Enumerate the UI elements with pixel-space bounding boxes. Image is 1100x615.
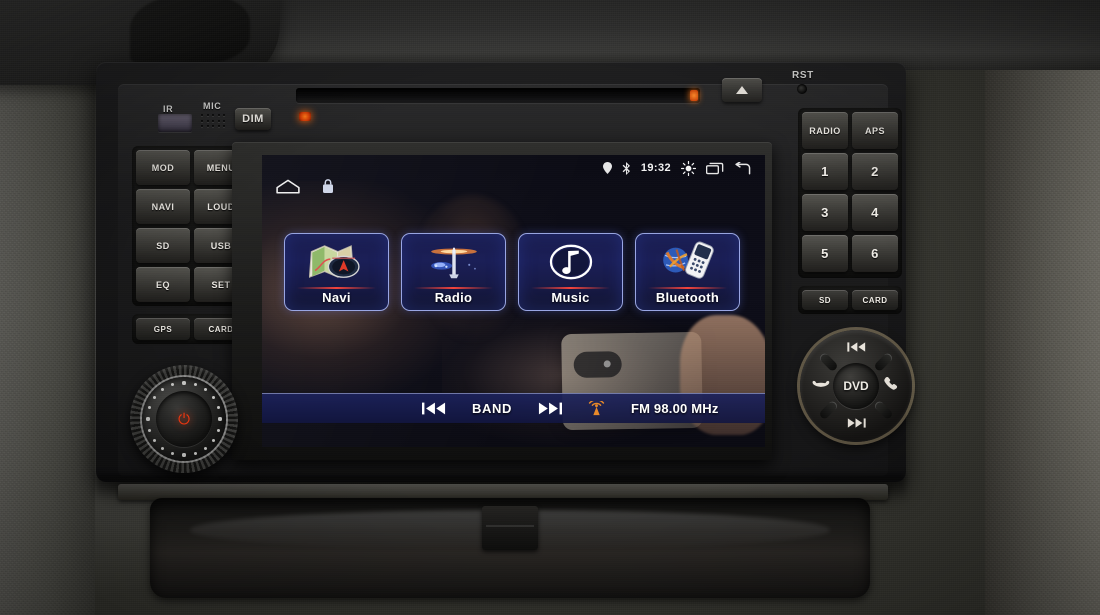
app-tile-label: Navi xyxy=(322,290,351,305)
preset-5-button[interactable]: 5 xyxy=(802,235,848,272)
media-control-bar: BAND FM 98.00 MHz xyxy=(262,393,765,423)
music-note-icon xyxy=(519,241,622,283)
preset-3-button[interactable]: 3 xyxy=(802,194,848,231)
lock-icon[interactable] xyxy=(322,179,334,199)
screenshot-root: IR MIC DIM RST MOD MENU NAVI LOUD SD USB EQ SET… xyxy=(0,0,1100,615)
preset-2-button[interactable]: 2 xyxy=(852,153,898,190)
pad-nub-bottom-left xyxy=(818,399,839,421)
tile-underline xyxy=(414,287,493,289)
dvd-control-pad[interactable]: DVD xyxy=(800,330,912,442)
back-arrow-icon[interactable] xyxy=(734,161,751,175)
rst-label: RST xyxy=(792,70,814,81)
eject-triangle-icon xyxy=(736,86,748,94)
power-icon: ⏻ xyxy=(178,410,190,428)
knob-center-cap[interactable]: ⏻ xyxy=(156,391,212,447)
location-pin-icon xyxy=(602,162,612,174)
sd-button[interactable]: SD xyxy=(136,228,190,263)
answer-call-icon[interactable] xyxy=(880,376,904,392)
band-button[interactable]: BAND xyxy=(472,401,512,416)
cd-slot-led xyxy=(299,112,311,121)
app-tile-bluetooth[interactable]: Bluetooth xyxy=(635,233,740,311)
screen-nav-row xyxy=(276,179,334,199)
hang-up-phone-icon[interactable] xyxy=(808,376,832,388)
aps-button[interactable]: APS xyxy=(852,112,898,149)
pad-nub-top-right xyxy=(873,351,894,373)
app-tile-grid: Navi Radio Music Bluetooth xyxy=(284,233,744,311)
cd-slot[interactable] xyxy=(296,88,700,103)
android-status-bar: 19:32 xyxy=(262,155,765,181)
app-tile-music[interactable]: Music xyxy=(518,233,623,311)
status-bar-clock: 19:32 xyxy=(640,162,671,174)
pad-nub-top-left xyxy=(818,351,839,373)
reset-pinhole[interactable] xyxy=(797,84,807,94)
gps-slot[interactable]: GPS xyxy=(136,318,190,340)
ir-label: IR xyxy=(163,104,174,114)
tile-underline xyxy=(531,287,610,289)
home-icon[interactable] xyxy=(276,179,300,199)
bluetooth-icon xyxy=(622,161,631,175)
app-tile-label: Music xyxy=(551,290,590,305)
microphone-grille xyxy=(200,112,226,130)
previous-track-icon[interactable] xyxy=(422,402,446,415)
eq-button[interactable]: EQ xyxy=(136,267,190,302)
map-navigation-icon xyxy=(285,241,388,283)
next-track-icon[interactable] xyxy=(844,418,868,428)
radio-frequency-label: FM 98.00 MHz xyxy=(630,401,719,416)
preset-6-button[interactable]: 6 xyxy=(852,235,898,272)
touchscreen-display[interactable]: 19:32 Navi Radio Music Bluetooth BAND FM… xyxy=(262,155,765,447)
mic-label: MIC xyxy=(203,101,222,111)
recent-apps-icon[interactable] xyxy=(706,162,724,175)
next-track-icon[interactable] xyxy=(538,402,562,415)
preset-4-button[interactable]: 4 xyxy=(852,194,898,231)
tray-latch-tab[interactable] xyxy=(482,506,538,550)
app-tile-radio[interactable]: Radio xyxy=(401,233,506,311)
eject-button[interactable] xyxy=(722,78,762,102)
pad-nub-bottom-right xyxy=(873,399,894,421)
app-tile-navi[interactable]: Navi xyxy=(284,233,389,311)
navi-button[interactable]: NAVI xyxy=(136,189,190,224)
card-slot-right[interactable]: CARD xyxy=(852,290,898,310)
previous-track-icon[interactable] xyxy=(844,342,868,352)
dvd-button[interactable]: DVD xyxy=(833,363,879,409)
cd-slot-led-right xyxy=(690,90,698,101)
radio-tower-icon xyxy=(402,241,505,283)
tile-underline xyxy=(297,287,376,289)
ir-receiver-window xyxy=(158,114,192,132)
brightness-icon[interactable] xyxy=(681,160,696,176)
radio-button[interactable]: RADIO xyxy=(802,112,848,149)
bluetooth-phone-icon xyxy=(636,241,739,283)
app-tile-label: Bluetooth xyxy=(655,290,720,305)
app-tile-label: Radio xyxy=(434,290,473,305)
sd-slot-right[interactable]: SD xyxy=(802,290,848,310)
volume-power-knob[interactable]: ⏻ xyxy=(130,365,238,473)
preset-1-button[interactable]: 1 xyxy=(802,153,848,190)
antenna-signal-icon xyxy=(588,401,605,416)
tile-underline xyxy=(648,287,727,289)
mod-button[interactable]: MOD xyxy=(136,150,190,185)
dim-button[interactable]: DIM xyxy=(235,108,271,130)
